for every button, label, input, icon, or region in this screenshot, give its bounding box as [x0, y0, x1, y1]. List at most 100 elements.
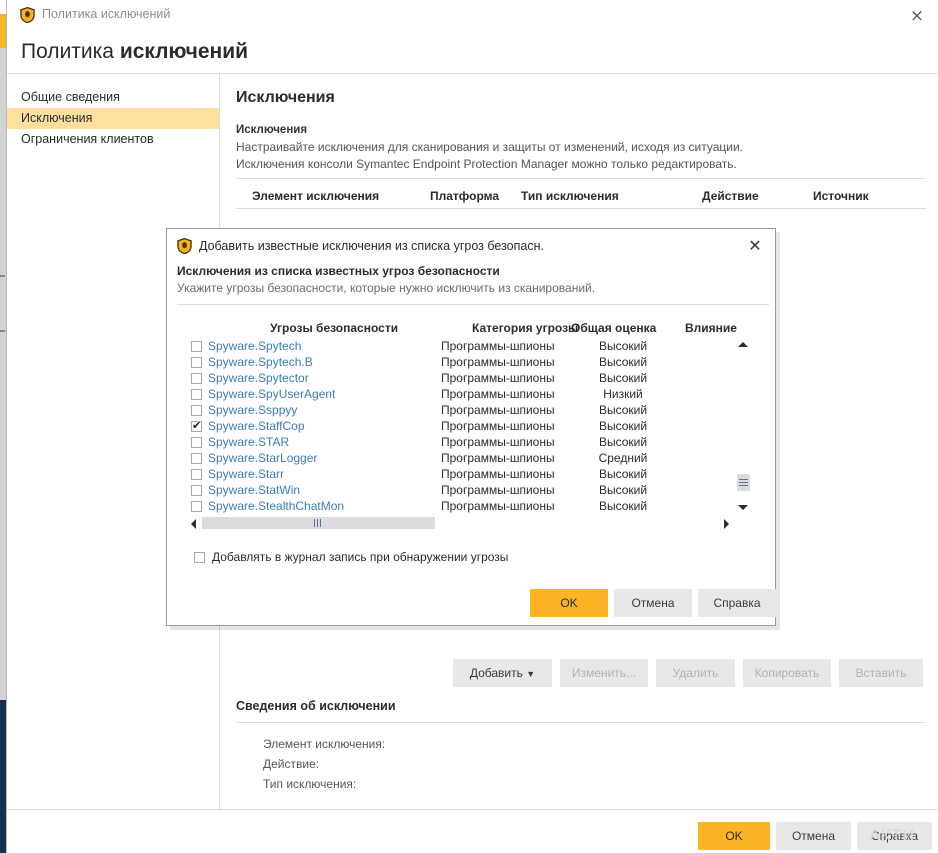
delete-button[interactable]: Удалить — [656, 659, 735, 687]
table-row[interactable]: Spyware.StatWin Программы-шпионы Высокий — [191, 483, 736, 499]
dialog-cancel-button[interactable]: Отмена — [614, 589, 692, 617]
threat-category: Программы-шпионы — [441, 403, 555, 417]
close-icon[interactable]: × — [904, 4, 930, 28]
threat-score: Высокий — [587, 483, 659, 497]
table-row[interactable]: Spyware.Starr Программы-шпионы Высокий — [191, 467, 736, 483]
dialog-title: Добавить известные исключения из списка … — [199, 239, 544, 253]
row-checkbox[interactable] — [191, 437, 202, 448]
add-button[interactable]: Добавить ▼ — [453, 659, 552, 687]
threat-name[interactable]: Spyware.StealthChatMon — [208, 499, 344, 513]
sidebar-item-client-restrictions[interactable]: Ограничения клиентов — [7, 129, 219, 150]
threat-list: Spyware.Spytech Программы-шпионы Высокий… — [191, 339, 736, 523]
row-checkbox[interactable] — [191, 453, 202, 464]
threat-category: Программы-шпионы — [441, 387, 555, 401]
detail-label-exception-type: Тип исключения: — [263, 777, 356, 791]
column-header-action[interactable]: Действие — [702, 189, 759, 203]
copy-button[interactable]: Копировать — [743, 659, 831, 687]
dialog-close-icon[interactable]: ✕ — [743, 235, 767, 257]
table-top-divider — [236, 178, 926, 179]
threat-category: Программы-шпионы — [441, 451, 555, 465]
threat-list-vertical-scrollbar[interactable] — [736, 338, 750, 513]
detail-label-action: Действие: — [263, 757, 319, 771]
column-header-exception-item[interactable]: Элемент исключения — [252, 189, 379, 203]
page-title-plain: Политика — [21, 40, 120, 63]
threat-list-horizontal-scrollbar[interactable] — [188, 516, 732, 530]
threat-name[interactable]: Spyware.Ssppyy — [208, 403, 297, 417]
threat-name[interactable]: Spyware.STAR — [208, 435, 289, 449]
table-row[interactable]: Spyware.Spytech.B Программы-шпионы Высок… — [191, 355, 736, 371]
scroll-right-icon[interactable] — [720, 516, 732, 530]
threat-category: Программы-шпионы — [441, 499, 555, 513]
log-detection-checkbox[interactable] — [194, 552, 205, 563]
screen-root: Политика исключений × Политика исключени… — [0, 0, 938, 853]
log-detection-label: Добавлять в журнал запись при обнаружени… — [212, 550, 508, 564]
dialog-column-header-category[interactable]: Категория угрозы — [472, 321, 578, 335]
threat-name[interactable]: Spyware.StatWin — [208, 483, 300, 497]
scroll-down-icon[interactable] — [736, 501, 750, 513]
threat-name[interactable]: Spyware.SpyUserAgent — [208, 387, 335, 401]
edit-button[interactable]: Изменить... — [560, 659, 648, 687]
table-row[interactable]: Spyware.StaffCop Программы-шпионы Высоки… — [191, 419, 736, 435]
table-row[interactable]: Spyware.StarLogger Программы-шпионы Сред… — [191, 451, 736, 467]
threat-name[interactable]: Spyware.Starr — [208, 467, 284, 481]
details-divider — [236, 722, 926, 723]
row-checkbox[interactable] — [191, 501, 202, 512]
dialog-column-header-threats[interactable]: Угрозы безопасности — [270, 321, 398, 335]
shield-icon — [20, 7, 35, 23]
exceptions-description-line-1: Настраивайте исключения для сканирования… — [236, 140, 743, 154]
dialog-subhead: Исключения из списка известных угроз без… — [177, 264, 500, 278]
threat-category: Программы-шпионы — [441, 467, 555, 481]
scroll-left-icon[interactable] — [188, 516, 200, 530]
column-header-exception-type[interactable]: Тип исключения — [521, 189, 619, 203]
table-row[interactable]: Spyware.SpyUserAgent Программы-шпионы Ни… — [191, 387, 736, 403]
exceptions-subhead: Исключения — [236, 124, 307, 136]
threat-score: Высокий — [587, 403, 659, 417]
row-checkbox[interactable] — [191, 485, 202, 496]
row-checkbox[interactable] — [191, 341, 202, 352]
threat-name[interactable]: Spyware.StaffCop — [208, 419, 305, 433]
row-checkbox[interactable] — [191, 405, 202, 416]
row-checkbox[interactable] — [191, 357, 202, 368]
dialog-ok-button[interactable]: OK — [530, 589, 608, 617]
exception-details-heading: Сведения об исключении — [236, 699, 396, 713]
horizontal-scroll-thumb[interactable] — [202, 517, 435, 529]
paste-button[interactable]: Вставить — [839, 659, 923, 687]
sidebar-item-exceptions[interactable]: Исключения — [7, 108, 219, 129]
row-checkbox[interactable] — [191, 373, 202, 384]
threat-name[interactable]: Spyware.Spytech — [208, 339, 301, 353]
row-checkbox[interactable] — [191, 469, 202, 480]
dialog-column-header-impact[interactable]: Влияние — [685, 321, 737, 335]
dialog-shield-icon — [177, 238, 192, 254]
threat-name[interactable]: Spyware.Spytector — [208, 371, 309, 385]
row-checkbox[interactable] — [191, 389, 202, 400]
watermark-text: АКТИ — [869, 826, 938, 846]
threat-name[interactable]: Spyware.StarLogger — [208, 451, 317, 465]
window-ok-button[interactable]: OK — [698, 822, 770, 850]
add-button-label: Добавить — [470, 666, 523, 680]
table-row[interactable]: Spyware.STAR Программы-шпионы Высокий — [191, 435, 736, 451]
threat-category: Программы-шпионы — [441, 371, 555, 385]
threat-score: Высокий — [587, 435, 659, 449]
vertical-scroll-thumb[interactable] — [737, 474, 750, 491]
threat-score: Высокий — [587, 499, 659, 513]
section-title: Исключения — [236, 89, 335, 107]
column-header-platform[interactable]: Платформа — [430, 189, 499, 203]
scroll-grip-icon — [314, 519, 323, 527]
table-row[interactable]: Spyware.StealthChatMon Программы-шпионы … — [191, 499, 736, 515]
threat-score: Высокий — [587, 339, 659, 353]
dialog-description: Укажите угрозы безопасности, которые нуж… — [177, 281, 595, 295]
column-header-source[interactable]: Источник — [813, 189, 869, 203]
background-window-tick — [0, 330, 5, 332]
dialog-column-header-score[interactable]: Общая оценка — [571, 321, 656, 335]
row-checkbox[interactable] — [191, 421, 202, 432]
table-row[interactable]: Spyware.Spytector Программы-шпионы Высок… — [191, 371, 736, 387]
scroll-up-icon[interactable] — [736, 338, 750, 350]
dialog-help-button[interactable]: Справка — [698, 589, 776, 617]
table-row[interactable]: Spyware.Spytech Программы-шпионы Высокий — [191, 339, 736, 355]
sidebar-item-overview[interactable]: Общие сведения — [7, 87, 219, 108]
dialog-divider — [177, 304, 769, 305]
table-row[interactable]: Spyware.Ssppyy Программы-шпионы Высокий — [191, 403, 736, 419]
background-window-tick — [0, 275, 5, 277]
window-cancel-button[interactable]: Отмена — [776, 822, 851, 850]
threat-name[interactable]: Spyware.Spytech.B — [208, 355, 313, 369]
